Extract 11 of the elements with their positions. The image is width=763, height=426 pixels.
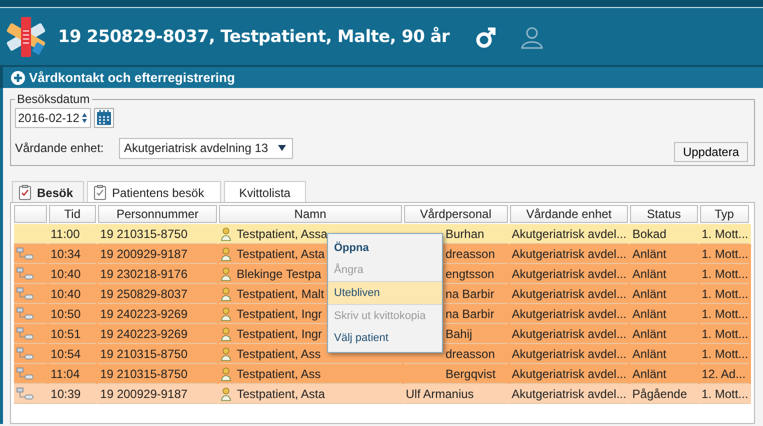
table-cell: Testpatient, Asta — [218, 384, 402, 404]
table-cell: Pågående — [630, 384, 698, 404]
unit-label: Vårdande enhet: — [15, 141, 105, 155]
section-title: Vårdkontakt och efterregistrering — [29, 70, 235, 85]
table-cell: Akutgeriatrisk avdel... — [510, 384, 628, 404]
table-cell: 10:39 — [48, 384, 96, 404]
table-cell: 19 200929-9187 — [98, 384, 217, 404]
patient-title: 19 250829-8037, Testpatient, Malte, 90 år — [58, 26, 450, 46]
table-cell: Ulf Armanius — [404, 384, 508, 404]
group-legend: Besöksdatum — [15, 92, 92, 106]
table-cell: 1. Mott... — [700, 384, 750, 404]
